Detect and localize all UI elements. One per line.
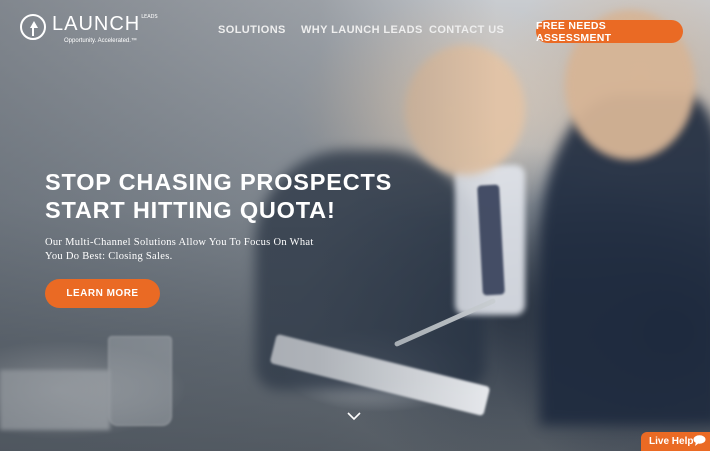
hero-overlay [0, 0, 710, 451]
hero-headline-line2: START HITTING QUOTA! [45, 197, 336, 223]
hero-subheadline: Our Multi-Channel Solutions Allow You To… [45, 236, 365, 264]
launch-logo-icon [20, 14, 46, 40]
hero-subheadline-line2: You Do Best: Closing Sales. [45, 251, 173, 262]
logo-tagline: Opportunity. Accelerated.™ [64, 38, 137, 44]
chat-bubble-icon [693, 435, 706, 446]
hero-headline: STOP CHASING PROSPECTS START HITTING QUO… [45, 168, 392, 224]
learn-more-button[interactable]: LEARN MORE [45, 279, 160, 308]
site-header: LAUNCHLEADS Opportunity. Accelerated.™ S… [0, 0, 710, 62]
nav-solutions[interactable]: SOLUTIONS [218, 24, 286, 36]
live-help-label: Live Help [649, 436, 694, 447]
hero-subheadline-line1: Our Multi-Channel Solutions Allow You To… [45, 237, 314, 248]
logo-text: LAUNCHLEADS Opportunity. Accelerated.™ [52, 14, 158, 45]
chevron-down-icon[interactable] [347, 411, 361, 421]
free-needs-assessment-button[interactable]: FREE NEEDS ASSESSMENT [536, 20, 683, 44]
live-help-button[interactable]: Live Help [641, 432, 710, 451]
nav-why-launch-leads[interactable]: WHY LAUNCH LEADS [301, 24, 423, 36]
logo-name: LAUNCH [52, 13, 141, 35]
hero-headline-line1: STOP CHASING PROSPECTS [45, 169, 393, 195]
logo-suffix: LEADS [141, 14, 158, 20]
nav-contact-us[interactable]: CONTACT US [429, 24, 504, 36]
site-logo[interactable]: LAUNCHLEADS Opportunity. Accelerated.™ [20, 14, 158, 45]
